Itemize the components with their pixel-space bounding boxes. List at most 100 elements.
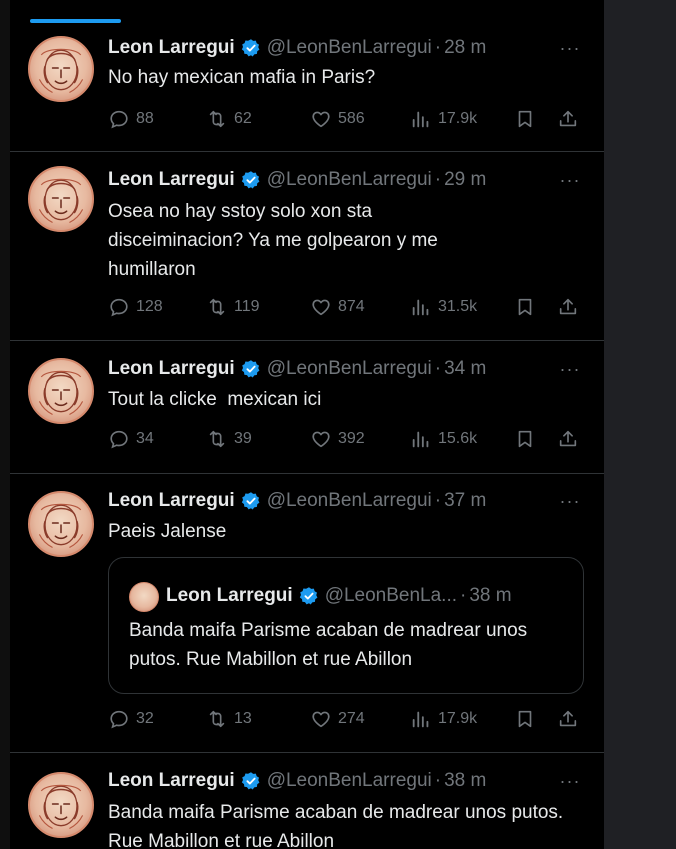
verified-badge-icon xyxy=(241,170,261,190)
tweet[interactable]: Leon Larregui @LeonBenLarregui · 29 m ··… xyxy=(10,152,604,341)
author-name[interactable]: Leon Larregui xyxy=(108,169,235,191)
share-icon xyxy=(557,428,579,450)
tweet[interactable]: Leon Larregui @LeonBenLarregui · 28 m ··… xyxy=(10,24,604,152)
share-icon xyxy=(557,108,579,130)
author-name[interactable]: Leon Larregui xyxy=(108,770,235,792)
author-handle[interactable]: @LeonBenLarregui xyxy=(267,37,432,59)
separator-dot: · xyxy=(434,770,442,791)
bookmark-icon xyxy=(514,708,536,730)
bookmark-button[interactable] xyxy=(514,427,536,451)
views-icon xyxy=(410,108,432,130)
retweet-button[interactable]: 13 xyxy=(206,707,252,731)
author-handle[interactable]: @LeonBenLarregui xyxy=(267,490,432,512)
separator-dot: · xyxy=(434,358,442,379)
views-count: 31.5k xyxy=(438,298,478,315)
tweet-time[interactable]: 38 m xyxy=(444,770,486,792)
tweet-actions: 128 119 874 31.5k xyxy=(108,295,588,319)
retweet-button[interactable]: 119 xyxy=(206,295,260,319)
views-icon xyxy=(410,296,432,318)
bookmark-button[interactable] xyxy=(514,295,536,319)
reply-icon xyxy=(108,708,130,730)
separator-dot: · xyxy=(460,585,467,606)
avatar[interactable] xyxy=(28,166,94,232)
reply-count: 34 xyxy=(136,430,154,447)
share-button[interactable] xyxy=(557,295,579,319)
more-icon[interactable]: ··· xyxy=(558,168,582,192)
reply-button[interactable]: 32 xyxy=(108,707,154,731)
reply-button[interactable]: 34 xyxy=(108,427,154,451)
reply-icon xyxy=(108,428,130,450)
tweet-header: Leon Larregui @LeonBenLarregui · 37 m xyxy=(108,487,486,515)
author-name[interactable]: Leon Larregui xyxy=(108,490,235,512)
like-count: 274 xyxy=(338,710,365,727)
views-button[interactable]: 17.9k xyxy=(410,707,477,731)
author-handle[interactable]: @LeonBenLarregui xyxy=(267,169,432,191)
like-icon xyxy=(310,296,332,318)
quoted-time: 38 m xyxy=(469,585,512,606)
separator-dot: · xyxy=(434,37,442,58)
avatar[interactable] xyxy=(28,772,94,838)
retweet-icon xyxy=(206,108,228,130)
share-button[interactable] xyxy=(557,707,579,731)
tweet-time[interactable]: 28 m xyxy=(444,37,486,59)
like-icon xyxy=(310,428,332,450)
more-icon[interactable]: ··· xyxy=(558,769,582,793)
reply-count: 128 xyxy=(136,298,163,315)
author-handle[interactable]: @LeonBenLarregui xyxy=(267,770,432,792)
author-name[interactable]: Leon Larregui xyxy=(108,358,235,380)
tweet-header: Leon Larregui @LeonBenLarregui · 38 m xyxy=(108,767,486,795)
share-icon xyxy=(557,296,579,318)
views-count: 17.9k xyxy=(438,110,478,127)
active-tab-indicator xyxy=(30,19,121,23)
tweet-header: Leon Larregui @LeonBenLarregui · 34 m xyxy=(108,355,486,383)
reply-icon xyxy=(108,296,130,318)
reply-button[interactable]: 128 xyxy=(108,295,163,319)
verified-badge-icon xyxy=(241,38,261,58)
bookmark-button[interactable] xyxy=(514,707,536,731)
retweet-icon xyxy=(206,296,228,318)
tweet-time[interactable]: 29 m xyxy=(444,169,486,191)
author-name[interactable]: Leon Larregui xyxy=(108,37,235,59)
avatar[interactable] xyxy=(28,358,94,424)
right-panel xyxy=(604,0,676,849)
more-icon[interactable]: ··· xyxy=(558,489,582,513)
retweet-button[interactable]: 62 xyxy=(206,107,252,131)
like-button[interactable]: 874 xyxy=(310,295,365,319)
tweet[interactable]: Leon Larregui @LeonBenLarregui · 34 m ··… xyxy=(10,341,604,474)
like-button[interactable]: 392 xyxy=(310,427,365,451)
like-icon xyxy=(310,708,332,730)
share-button[interactable] xyxy=(557,107,579,131)
avatar[interactable] xyxy=(28,36,94,102)
quoted-text: Banda maifa Parisme acaban de madrear un… xyxy=(129,620,528,670)
more-icon[interactable]: ··· xyxy=(558,357,582,381)
tweet[interactable]: Leon Larregui @LeonBenLarregui · 38 m ··… xyxy=(10,753,604,849)
tweet-time[interactable]: 34 m xyxy=(444,358,486,380)
views-button[interactable]: 31.5k xyxy=(410,295,477,319)
like-button[interactable]: 274 xyxy=(310,707,365,731)
views-icon xyxy=(410,708,432,730)
verified-badge-icon xyxy=(299,586,319,606)
retweet-button[interactable]: 39 xyxy=(206,427,252,451)
like-button[interactable]: 586 xyxy=(310,107,365,131)
quoted-tweet[interactable]: Leon Larregui @LeonBenLa... · 38 m Banda… xyxy=(108,557,584,694)
quoted-author-name: Leon Larregui xyxy=(166,585,293,606)
like-icon xyxy=(310,108,332,130)
quoted-avatar[interactable] xyxy=(129,582,159,612)
tweet-header: Leon Larregui @LeonBenLarregui · 28 m xyxy=(108,34,486,62)
tweet-actions: 32 13 274 17.9k xyxy=(108,707,588,731)
quoted-header: Leon Larregui @LeonBenLa... · 38 m xyxy=(166,582,512,610)
views-count: 15.6k xyxy=(438,430,478,447)
bookmark-icon xyxy=(514,108,536,130)
tweet-time[interactable]: 37 m xyxy=(444,490,486,512)
bookmark-icon xyxy=(514,296,536,318)
views-button[interactable]: 17.9k xyxy=(410,107,477,131)
more-icon[interactable]: ··· xyxy=(558,36,582,60)
left-gutter xyxy=(0,0,10,849)
separator-dot: · xyxy=(434,490,442,511)
reply-button[interactable]: 88 xyxy=(108,107,154,131)
author-handle[interactable]: @LeonBenLarregui xyxy=(267,358,432,380)
bookmark-button[interactable] xyxy=(514,107,536,131)
views-button[interactable]: 15.6k xyxy=(410,427,477,451)
share-button[interactable] xyxy=(557,427,579,451)
avatar[interactable] xyxy=(28,491,94,557)
